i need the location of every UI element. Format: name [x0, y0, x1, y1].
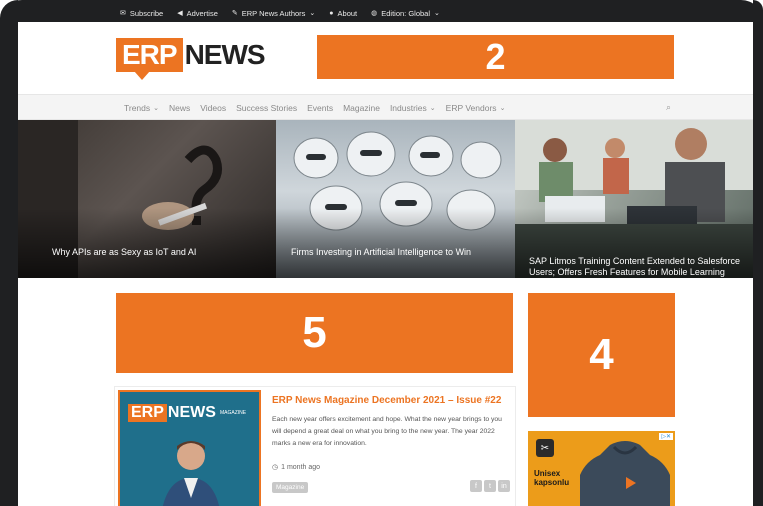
- article-timestamp: ◷ 1 month ago: [272, 463, 321, 472]
- topbar-advertise-label: Advertise: [186, 8, 218, 18]
- chevron-down-icon: ⌄: [153, 105, 160, 112]
- logo-erp-text: ERP: [116, 38, 183, 80]
- nav-item-news[interactable]: News: [169, 103, 190, 113]
- topbar-subscribe-link[interactable]: ✉ Subscribe: [120, 9, 163, 18]
- ad-text-line2: kapsonlu: [534, 478, 570, 487]
- nav-item-label: Videos: [200, 103, 227, 113]
- browser-viewport: ERP NEWS 2 Trends ⌄ News Videos Success …: [18, 22, 753, 506]
- nav-item-events[interactable]: Events: [307, 103, 333, 113]
- megaphone-icon: ◀: [177, 10, 183, 17]
- top-utility-bar: ✉ Subscribe ◀ Advertise ✎ ERP News Autho…: [120, 6, 440, 20]
- header-banner-label: 2: [485, 36, 506, 77]
- globe-icon: ◍: [371, 10, 378, 17]
- info-icon: ●: [329, 9, 334, 17]
- magazine-logo-news: NEWS: [167, 404, 216, 421]
- device-bezel-right: [753, 0, 763, 506]
- topbar-authors-label: ERP News Authors: [241, 8, 306, 18]
- nav-item-success-stories[interactable]: Success Stories: [236, 103, 297, 113]
- topbar-about-label: About: [337, 8, 358, 18]
- article-category-tag[interactable]: Magazine: [272, 482, 309, 493]
- main-nav: Trends ⌄ News Videos Success Stories Eve…: [18, 94, 753, 120]
- chevron-down-icon: ⌄: [434, 10, 440, 17]
- content-banner-label: 5: [302, 308, 327, 357]
- content-banner-placeholder: 5: [116, 293, 513, 373]
- topbar-edition-menu[interactable]: ◍ Edition: Global ⌄: [371, 9, 440, 18]
- ad-text-line1: Unisex: [534, 469, 561, 478]
- pencil-icon: ✎: [231, 10, 238, 17]
- nav-item-label: Trends: [124, 103, 151, 113]
- nav-item-label: ERP Vendors: [445, 103, 497, 113]
- nav-item-label: News: [169, 103, 191, 113]
- topbar-advertise-link[interactable]: ◀ Advertise: [177, 9, 218, 18]
- site-logo[interactable]: ERP NEWS: [116, 38, 266, 80]
- clock-icon: ◷: [272, 464, 279, 471]
- hoodie-image: [580, 441, 670, 506]
- article-time-text: 1 month ago: [281, 463, 321, 471]
- topbar-authors-menu[interactable]: ✎ ERP News Authors ⌄: [232, 9, 315, 18]
- search-icon[interactable]: ⌕: [666, 102, 671, 113]
- nav-item-erp-vendors[interactable]: ERP Vendors ⌄: [446, 103, 506, 113]
- facebook-share-button[interactable]: f: [470, 480, 482, 492]
- nav-item-label: Events: [307, 103, 334, 113]
- article-card[interactable]: ERP NEWS MAGAZINE ERP News Magazine Dece…: [114, 386, 516, 506]
- topbar-subscribe-label: Subscribe: [129, 8, 164, 18]
- hero-shade: [276, 208, 515, 278]
- article-title[interactable]: ERP News Magazine December 2021 – Issue …: [272, 395, 501, 406]
- hero-card-apis[interactable]: Why APIs are as Sexy as IoT and AI: [18, 120, 276, 278]
- device-frame: ✉ Subscribe ◀ Advertise ✎ ERP News Autho…: [0, 0, 763, 506]
- nav-items: Trends ⌄ News Videos Success Stories Eve…: [124, 95, 505, 121]
- magazine-cover-logo: ERP NEWS: [128, 404, 216, 422]
- magazine-cover-tag: MAGAZINE: [220, 410, 247, 416]
- nav-item-trends[interactable]: Trends ⌄: [124, 103, 159, 113]
- sidebar-banner-placeholder: 4: [528, 293, 675, 417]
- magazine-logo-erp: ERP: [128, 404, 167, 422]
- hero-card-title[interactable]: SAP Litmos Training Content Extended to …: [529, 256, 743, 278]
- chevron-down-icon: ⌄: [429, 105, 436, 112]
- nav-item-label: Success Stories: [236, 103, 298, 113]
- sidebar-ad[interactable]: ▷✕ ✂ Unisex kapsonlu: [528, 431, 675, 506]
- linkedin-share-button[interactable]: in: [498, 480, 510, 492]
- hero-shade: [18, 208, 276, 278]
- chevron-down-icon: ⌄: [309, 10, 316, 17]
- device-bezel-left: [0, 0, 18, 506]
- scissors-icon: ✂: [536, 439, 554, 457]
- hero-card-title[interactable]: Firms Investing in Artificial Intelligen…: [291, 247, 505, 258]
- nav-item-magazine[interactable]: Magazine: [343, 103, 380, 113]
- site-header: ERP NEWS 2: [18, 22, 753, 94]
- header-banner-placeholder: 2: [317, 35, 674, 79]
- nav-item-label: Magazine: [343, 103, 380, 113]
- hero-card-title[interactable]: Why APIs are as Sexy as IoT and AI: [52, 247, 266, 258]
- envelope-icon: ✉: [120, 10, 126, 17]
- topbar-about-link[interactable]: ● About: [329, 9, 357, 18]
- nav-item-industries[interactable]: Industries ⌄: [390, 103, 436, 113]
- cover-person-image: [162, 441, 220, 506]
- nav-item-videos[interactable]: Videos: [200, 103, 226, 113]
- article-excerpt: Each new year offers excitement and hope…: [272, 416, 502, 447]
- ad-text: Unisex kapsonlu: [534, 469, 569, 487]
- logo-news-text: NEWS: [184, 39, 266, 70]
- hero-card-ai-firms[interactable]: Firms Investing in Artificial Intelligen…: [276, 120, 515, 278]
- nav-item-label: Industries: [389, 103, 427, 113]
- twitter-share-button[interactable]: t: [484, 480, 496, 492]
- hero-carousel: Why APIs are as Sexy as IoT and AI Firms…: [18, 120, 753, 278]
- chevron-down-icon: ⌄: [499, 105, 506, 112]
- topbar-edition-label: Edition: Global: [381, 8, 431, 18]
- hero-card-sap-litmos[interactable]: SAP Litmos Training Content Extended to …: [515, 120, 753, 278]
- share-buttons: f t in: [470, 480, 510, 492]
- sidebar-banner-label: 4: [589, 330, 614, 379]
- magazine-cover-image[interactable]: ERP NEWS MAGAZINE: [118, 390, 261, 506]
